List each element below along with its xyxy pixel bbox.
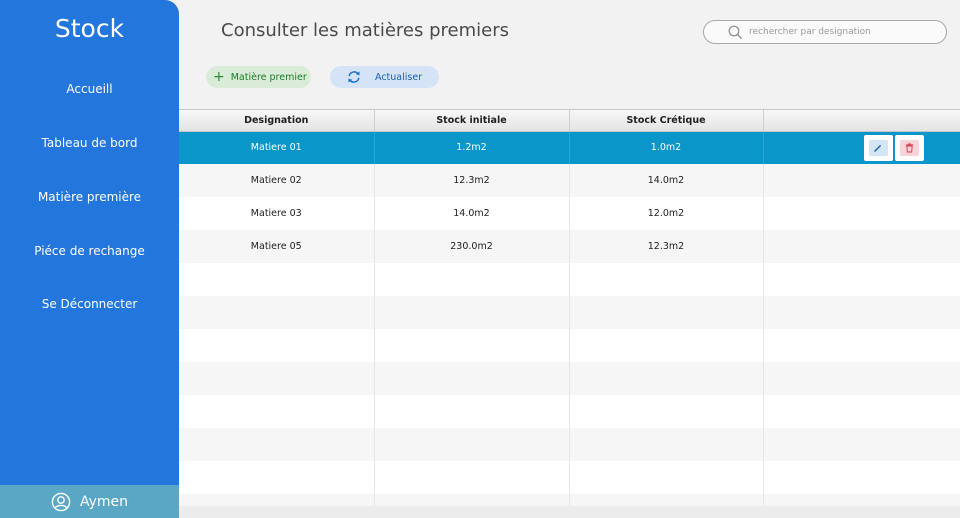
column-header-stock-initiale[interactable]: Stock initiale <box>374 110 570 132</box>
page-title: Consulter les matières premiers <box>221 20 509 41</box>
empty-row <box>179 461 960 494</box>
cell-stock-critique: 12.0m2 <box>569 197 764 230</box>
sidebar-item-piece-de-rechange[interactable]: Piéce de rechange <box>0 244 179 258</box>
sidebar-item-matiere-premiere[interactable]: Matière première <box>0 190 179 204</box>
add-matiere-label: Matière premier <box>230 71 307 83</box>
empty-row <box>179 494 960 506</box>
cell-stock-critique: 14.0m2 <box>569 164 764 197</box>
cell-actions <box>763 131 960 164</box>
add-matiere-button[interactable]: + Matière premier <box>206 66 311 88</box>
table-row[interactable]: Matiere 03 14.0m2 12.0m2 <box>179 197 960 230</box>
plus-icon: + <box>213 69 225 85</box>
user-name: Aymen <box>79 493 129 510</box>
search-icon <box>728 25 743 40</box>
column-header-designation[interactable]: Designation <box>179 110 375 132</box>
empty-row <box>179 395 960 428</box>
brand-title: Stock <box>54 14 125 43</box>
search-box[interactable] <box>703 20 947 44</box>
cell-stock-critique: 12.3m2 <box>569 230 764 263</box>
cell-stock-critique: 1.0m2 <box>569 131 764 164</box>
refresh-label: Actualiser <box>375 71 423 83</box>
column-header-stock-critique[interactable]: Stock Crétique <box>569 110 764 132</box>
user-profile[interactable]: Aymen <box>0 485 179 518</box>
sidebar-item-tableau-de-bord[interactable]: Tableau de bord <box>0 136 179 150</box>
table-footer-strip <box>179 506 960 518</box>
cell-stock-initiale: 14.0m2 <box>374 197 570 230</box>
empty-row <box>179 362 960 395</box>
app-window: Stock Accueill Tableau de bord Matière p… <box>0 0 960 518</box>
sidebar-item-se-deconnecter[interactable]: Se Déconnecter <box>0 297 179 311</box>
refresh-icon <box>348 71 360 83</box>
cell-actions <box>763 164 960 197</box>
matieres-table: Designation Stock initiale Stock Crétiqu… <box>179 109 960 506</box>
column-header-actions <box>763 110 960 132</box>
cell-stock-initiale: 12.3m2 <box>374 164 570 197</box>
table-header-row: Designation Stock initiale Stock Crétiqu… <box>179 110 960 132</box>
sidebar-item-accueil[interactable]: Accueill <box>0 82 179 96</box>
cell-designation: Matiere 01 <box>179 131 375 164</box>
empty-row <box>179 263 960 296</box>
table-row[interactable]: Matiere 02 12.3m2 14.0m2 <box>179 164 960 197</box>
edit-button[interactable] <box>863 134 893 161</box>
empty-row <box>179 329 960 362</box>
table-row[interactable]: Matiere 05 230.0m2 12.3m2 <box>179 230 960 263</box>
empty-row <box>179 296 960 329</box>
cell-designation: Matiere 05 <box>179 230 375 263</box>
user-circle-icon <box>51 492 71 512</box>
cell-actions <box>763 230 960 263</box>
trash-icon <box>905 143 913 153</box>
refresh-button[interactable]: Actualiser <box>330 66 439 88</box>
cell-designation: Matiere 03 <box>179 197 375 230</box>
cell-stock-initiale: 1.2m2 <box>374 131 570 164</box>
cell-designation: Matiere 02 <box>179 164 375 197</box>
cell-stock-initiale: 230.0m2 <box>374 230 570 263</box>
search-input[interactable] <box>749 27 939 37</box>
cell-actions <box>763 197 960 230</box>
delete-button[interactable] <box>894 134 924 161</box>
sidebar: Stock Accueill Tableau de bord Matière p… <box>0 0 179 518</box>
pencil-icon <box>874 144 882 152</box>
empty-row <box>179 428 960 461</box>
table-row[interactable]: Matiere 01 1.2m2 1.0m2 <box>179 131 960 164</box>
